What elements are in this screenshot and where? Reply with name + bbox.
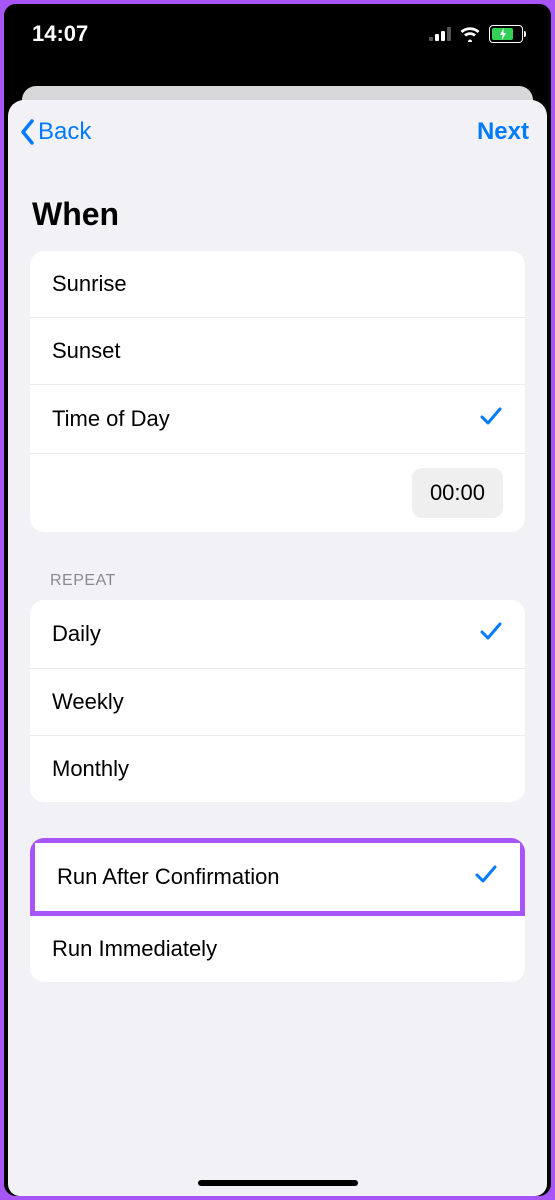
status-bar: 14:07 — [4, 4, 551, 64]
when-options-group: Sunrise Sunset Time of Day 00:00 — [30, 251, 525, 532]
chevron-left-icon — [18, 118, 36, 146]
repeat-section-header: REPEAT — [8, 532, 547, 600]
next-button[interactable]: Next — [477, 118, 529, 146]
option-label: Daily — [52, 621, 101, 647]
nav-bar: Back Next — [8, 100, 547, 156]
time-picker[interactable]: 00:00 — [412, 468, 503, 518]
checkmark-icon — [479, 405, 503, 433]
content-area: When Sunrise Sunset Time of Day 00:00 — [8, 156, 547, 982]
option-sunrise[interactable]: Sunrise — [30, 251, 525, 318]
option-label: Monthly — [52, 756, 129, 782]
option-label: Sunset — [52, 338, 121, 364]
option-label: Run Immediately — [52, 936, 217, 962]
option-label: Time of Day — [52, 406, 170, 432]
home-indicator[interactable] — [198, 1180, 358, 1186]
option-run-after-confirmation[interactable]: Run After Confirmation — [30, 838, 525, 916]
option-daily[interactable]: Daily — [30, 600, 525, 669]
option-run-immediately[interactable]: Run Immediately — [30, 916, 525, 982]
repeat-options-group: Daily Weekly Monthly — [30, 600, 525, 802]
option-time-of-day[interactable]: Time of Day — [30, 385, 525, 454]
back-label: Back — [38, 118, 91, 146]
wifi-icon — [459, 26, 481, 42]
option-weekly[interactable]: Weekly — [30, 669, 525, 736]
option-label: Sunrise — [52, 271, 127, 297]
charging-icon — [499, 28, 507, 40]
status-icons — [429, 25, 523, 43]
battery-icon — [489, 25, 523, 43]
option-monthly[interactable]: Monthly — [30, 736, 525, 802]
checkmark-icon — [479, 620, 503, 648]
back-button[interactable]: Back — [18, 118, 91, 146]
option-sunset[interactable]: Sunset — [30, 318, 525, 385]
run-mode-group: Run After Confirmation Run Immediately — [30, 838, 525, 982]
modal-sheet: Back Next When Sunrise Sunset Time of Da… — [8, 100, 547, 1196]
device-frame: 14:07 — [4, 4, 551, 1196]
option-label: Weekly — [52, 689, 124, 715]
page-title: When — [8, 156, 547, 251]
cellular-signal-icon — [429, 27, 451, 41]
option-label: Run After Confirmation — [57, 864, 280, 890]
time-picker-row: 00:00 — [30, 454, 525, 532]
checkmark-icon — [474, 863, 498, 891]
status-time: 14:07 — [32, 21, 88, 47]
